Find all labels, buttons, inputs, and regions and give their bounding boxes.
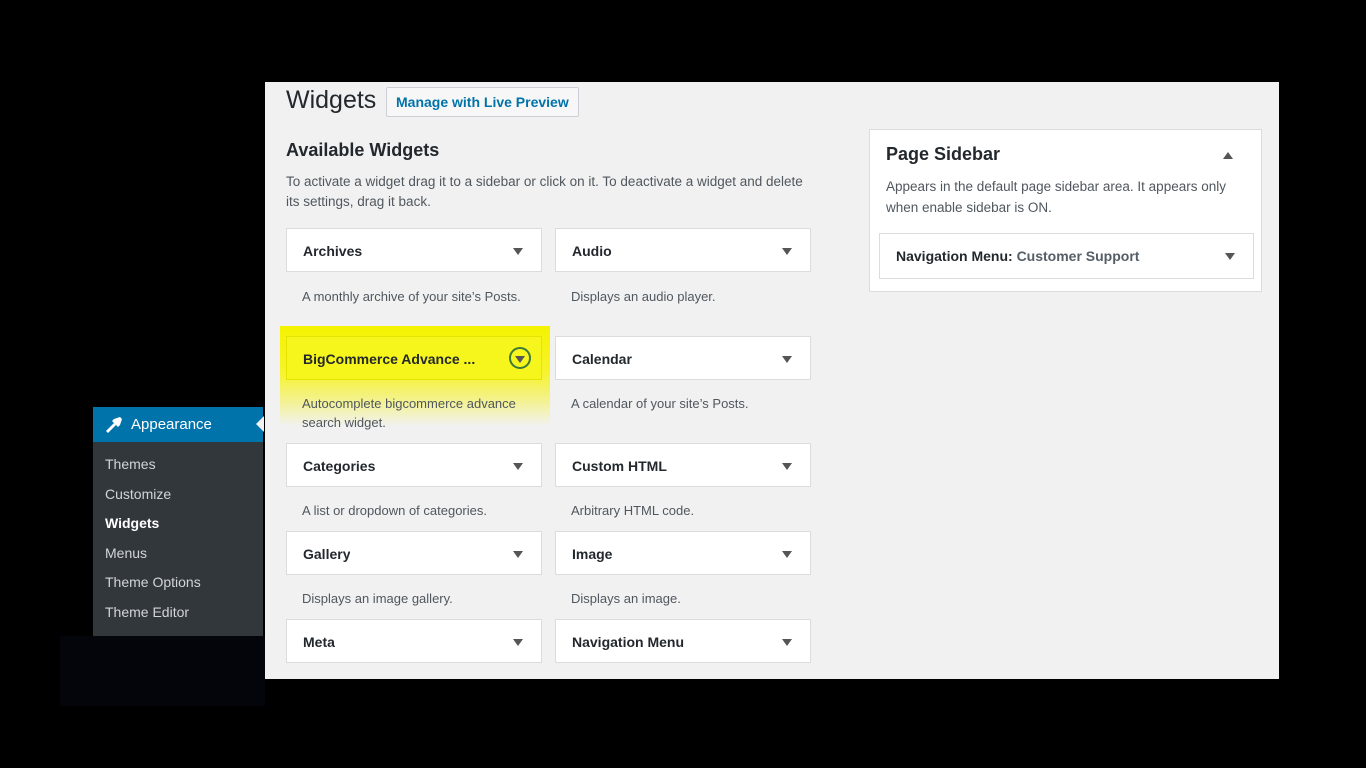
chevron-down-icon[interactable] <box>782 356 792 363</box>
appearance-submenu: Themes Customize Widgets Menus Theme Opt… <box>93 442 263 627</box>
menu-item-appearance-label: Appearance <box>131 416 212 433</box>
widget-gallery[interactable]: Gallery <box>286 531 542 575</box>
widget-title: Image <box>572 546 613 562</box>
chevron-down-icon <box>515 356 525 363</box>
submenu-item-theme-editor[interactable]: Theme Editor <box>93 598 263 628</box>
expand-widget-button[interactable] <box>509 347 531 369</box>
widget-title: Custom HTML <box>572 458 667 474</box>
widget-image[interactable]: Image <box>555 531 811 575</box>
chevron-down-icon[interactable] <box>782 639 792 646</box>
available-widgets-description: To activate a widget drag it to a sideba… <box>286 174 803 209</box>
menu-shadow <box>60 636 265 706</box>
page-sidebar-area: Page Sidebar Appears in the default page… <box>869 129 1262 292</box>
admin-sidebar-menu: Appearance Themes Customize Widgets Menu… <box>93 407 264 636</box>
widget-meta[interactable]: Meta <box>286 619 542 663</box>
widget-archives[interactable]: Archives <box>286 228 542 272</box>
widget-title: Calendar <box>572 351 632 367</box>
sidebar-area-title[interactable]: Page Sidebar <box>886 144 1000 165</box>
widget-title: Navigation Menu <box>572 634 685 650</box>
widget-description: A list or dropdown of categories. <box>302 503 487 518</box>
available-widgets-heading: Available Widgets <box>286 140 440 160</box>
widget-custom-html[interactable]: Custom HTML <box>555 443 811 487</box>
chevron-down-icon[interactable] <box>1225 253 1235 260</box>
sidebar-widget-navigation-menu[interactable]: Navigation Menu: Customer Support <box>879 233 1254 279</box>
widget-title: Meta <box>303 634 335 650</box>
manage-live-preview-button[interactable]: Manage with Live Preview <box>386 87 579 117</box>
chevron-down-icon[interactable] <box>513 551 523 558</box>
widget-bigcommerce-advance[interactable]: BigCommerce Advance ... <box>286 336 542 380</box>
submenu-item-themes[interactable]: Themes <box>93 450 263 480</box>
widget-description: Autocomplete bigcommerce advance search … <box>302 396 516 430</box>
widget-title: Audio <box>572 243 612 259</box>
chevron-down-icon[interactable] <box>513 639 523 646</box>
widget-description: Displays an image gallery. <box>302 591 453 606</box>
widget-description: Arbitrary HTML code. <box>571 503 695 518</box>
menu-item-appearance[interactable]: Appearance <box>93 407 264 442</box>
widget-description: A monthly archive of your site’s Posts. <box>302 289 521 304</box>
sidebar-area-description: Appears in the default page sidebar area… <box>886 179 1226 215</box>
submenu-item-widgets[interactable]: Widgets <box>93 509 263 539</box>
page-title: Widgets <box>286 86 377 114</box>
widget-calendar[interactable]: Calendar <box>555 336 811 380</box>
widget-title: Gallery <box>303 546 351 562</box>
widget-categories[interactable]: Categories <box>286 443 542 487</box>
chevron-up-icon[interactable] <box>1223 152 1233 159</box>
chevron-down-icon[interactable] <box>782 463 792 470</box>
sidebar-widget-name: Customer Support <box>1016 248 1140 264</box>
chevron-down-icon[interactable] <box>782 248 792 255</box>
widget-audio[interactable]: Audio <box>555 228 811 272</box>
submenu-item-customize[interactable]: Customize <box>93 480 263 510</box>
paintbrush-icon <box>103 414 125 436</box>
submenu-item-menus[interactable]: Menus <box>93 539 263 569</box>
sidebar-widget-title: Navigation Menu: Customer Support <box>896 234 1139 278</box>
widget-description: A calendar of your site’s Posts. <box>571 396 749 411</box>
widgets-panel: Widgets Manage with Live Preview Availab… <box>265 82 1279 679</box>
sidebar-widget-type: Navigation Menu: <box>896 248 1013 264</box>
submenu-item-theme-options[interactable]: Theme Options <box>93 568 263 598</box>
widget-title: Archives <box>303 243 363 259</box>
chevron-down-icon[interactable] <box>513 463 523 470</box>
widget-description: Displays an audio player. <box>571 289 716 304</box>
widget-description: Displays an image. <box>571 591 681 606</box>
chevron-down-icon[interactable] <box>513 248 523 255</box>
current-menu-pointer <box>256 416 264 432</box>
widget-title: Categories <box>303 458 376 474</box>
widget-title: BigCommerce Advance ... <box>303 351 476 367</box>
chevron-down-icon[interactable] <box>782 551 792 558</box>
widget-navigation-menu[interactable]: Navigation Menu <box>555 619 811 663</box>
